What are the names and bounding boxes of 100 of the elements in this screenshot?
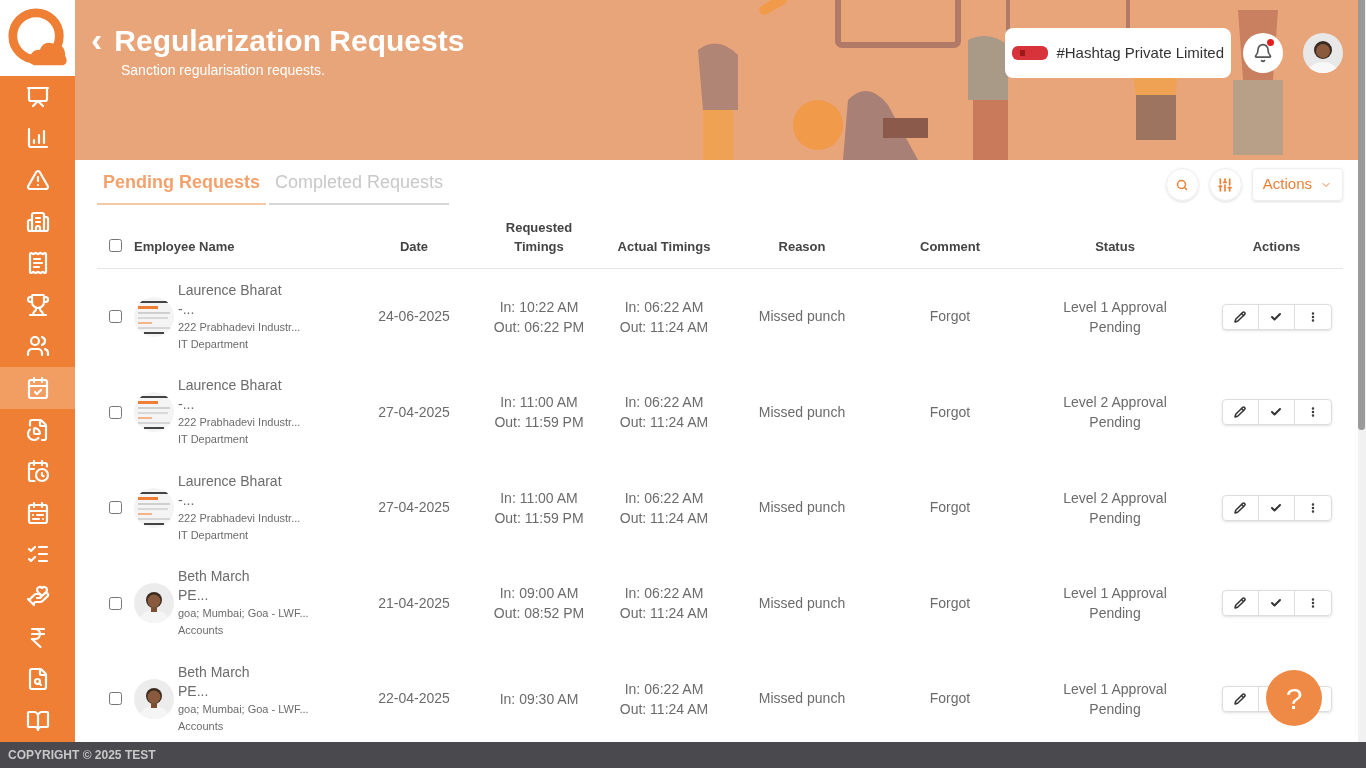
building-icon: [25, 209, 50, 234]
comment-cell-text: Forgot: [929, 689, 971, 709]
tab[interactable]: Pending Requests: [97, 169, 267, 205]
pencil-icon: [1234, 692, 1246, 705]
date-cell-text: 22-04-2025: [378, 689, 450, 709]
warning-icon: [25, 168, 50, 192]
employee-department: IT Department: [178, 432, 250, 448]
employee-code: -...: [178, 490, 196, 510]
check-icon: [1270, 310, 1282, 323]
actions-dropdown[interactable]: Actions: [1251, 168, 1343, 201]
actual-time: In: 06:22 AM: [624, 488, 704, 508]
employee-name: Laurence Bharat: [178, 376, 283, 396]
date-cell-text: 27-04-2025: [378, 498, 450, 518]
reason-cell-text: Missed punch: [758, 307, 846, 327]
employee-department: Accounts: [178, 623, 225, 639]
row-checkbox[interactable]: [109, 405, 122, 419]
status-cell-text: Level 2 Approval Pending: [1062, 488, 1168, 528]
requested-time: In: 09:30 AM: [499, 689, 579, 709]
employee-department: IT Department: [178, 527, 250, 543]
column-header: Employee Name: [134, 238, 235, 254]
actual-time: Out: 11:24 AM: [619, 317, 709, 337]
employee-name: Laurence Bharat: [178, 280, 283, 300]
column-header: Date: [399, 238, 429, 256]
actual-time: In: 06:22 AM: [624, 679, 704, 699]
column-header: Requested Timings: [504, 219, 574, 256]
actual-time: In: 06:22 AM: [624, 393, 704, 413]
comment-cell-text: Forgot: [929, 402, 971, 422]
employee-code: -...: [178, 395, 196, 415]
reason-cell-text: Missed punch: [758, 402, 846, 422]
reason-cell-text: Missed punch: [758, 593, 846, 613]
hand-heart-icon: [25, 583, 50, 608]
date-cell-text: 24-06-2025: [378, 307, 450, 327]
employee-name: Laurence Bharat: [178, 471, 283, 491]
bar-chart-icon: [25, 126, 50, 151]
requested-time: In: 11:00 AM: [500, 488, 578, 508]
row-checkbox[interactable]: [109, 501, 122, 515]
select-all-checkbox[interactable]: [109, 239, 122, 252]
pencil-icon: [1234, 501, 1246, 514]
calendar-clock-icon: [25, 459, 50, 484]
check-icon: [1270, 501, 1282, 514]
employee-location: goa; Mumbai; Goa - LWF...: [178, 606, 309, 622]
column-header: Actual Timings: [617, 238, 711, 256]
requested-time: In: 09:00 AM: [499, 584, 579, 604]
employee-name: Beth March: [178, 567, 251, 587]
back-button[interactable]: ‹: [91, 21, 103, 56]
presentation-icon: [25, 84, 50, 109]
calendar-check-icon: [25, 375, 50, 400]
employee-code: -...: [178, 299, 196, 319]
actual-time: In: 06:22 AM: [624, 584, 704, 604]
employee-department: Accounts: [178, 718, 225, 734]
scrollbar-thumb[interactable]: [1358, 0, 1365, 430]
column-header: Comment: [920, 238, 980, 256]
search-icon: [1176, 178, 1189, 191]
requested-time: Out: 11:59 PM: [494, 413, 584, 433]
column-header: Status: [1095, 238, 1135, 256]
reason-cell-text: Missed punch: [758, 498, 846, 518]
requested-time: Out: 06:22 PM: [493, 317, 585, 337]
sliders-icon: [1217, 176, 1234, 193]
status-cell-text: Level 1 Approval Pending: [1062, 679, 1168, 719]
check-icon: [1270, 597, 1282, 610]
column-header: Actions: [1252, 238, 1301, 256]
requested-time: In: 10:22 AM: [499, 297, 579, 317]
row-checkbox[interactable]: [109, 596, 122, 610]
employee-location: 222 Prabhadevi Industr...: [178, 319, 301, 335]
help-button[interactable]: ?: [1266, 670, 1322, 726]
actual-time: Out: 11:24 AM: [619, 604, 709, 624]
check-icon: [1270, 406, 1282, 419]
status-cell-text: Level 1 Approval Pending: [1062, 297, 1168, 337]
people-icon: [25, 334, 50, 359]
date-cell-text: 27-04-2025: [378, 402, 450, 422]
pencil-icon: [1234, 597, 1246, 610]
page-title: Regularization Requests: [114, 23, 465, 59]
bell-icon: [1253, 43, 1273, 63]
file-chart-icon: [25, 417, 50, 442]
row-checkbox[interactable]: [109, 692, 122, 706]
employee-name: Beth March: [178, 662, 251, 682]
status-cell-text: Level 2 Approval Pending: [1062, 393, 1168, 433]
status-cell-text: Level 1 Approval Pending: [1062, 584, 1168, 624]
employee-location: goa; Mumbai; Goa - LWF...: [178, 701, 309, 717]
company-logo-icon: [1012, 46, 1049, 60]
date-cell-text: 21-04-2025: [378, 593, 450, 613]
employee-department: IT Department: [178, 336, 250, 352]
requested-time: Out: 08:52 PM: [493, 604, 585, 624]
comment-cell-text: Forgot: [929, 498, 971, 518]
comment-cell-text: Forgot: [929, 307, 971, 327]
employee-code: PE...: [178, 586, 210, 606]
pencil-icon: [1234, 310, 1246, 323]
requested-time: Out: 11:59 PM: [494, 508, 584, 528]
requested-time: In: 11:00 AM: [500, 393, 578, 413]
row-checkbox[interactable]: [109, 310, 122, 324]
actual-time: Out: 11:24 AM: [619, 699, 709, 719]
reason-cell-text: Missed punch: [758, 689, 846, 709]
actual-time: Out: 11:24 AM: [619, 508, 709, 528]
employee-code: PE...: [178, 681, 210, 701]
sidebar-item[interactable]: [0, 367, 75, 409]
page-subtitle: Sanction regularisation requests.: [121, 60, 326, 80]
employee-location: 222 Prabhadevi Industr...: [178, 510, 301, 526]
company-selector[interactable]: #Hashtag Private Limited: [1005, 28, 1231, 78]
comment-cell-text: Forgot: [929, 593, 971, 613]
scrollbar[interactable]: [1358, 0, 1366, 742]
